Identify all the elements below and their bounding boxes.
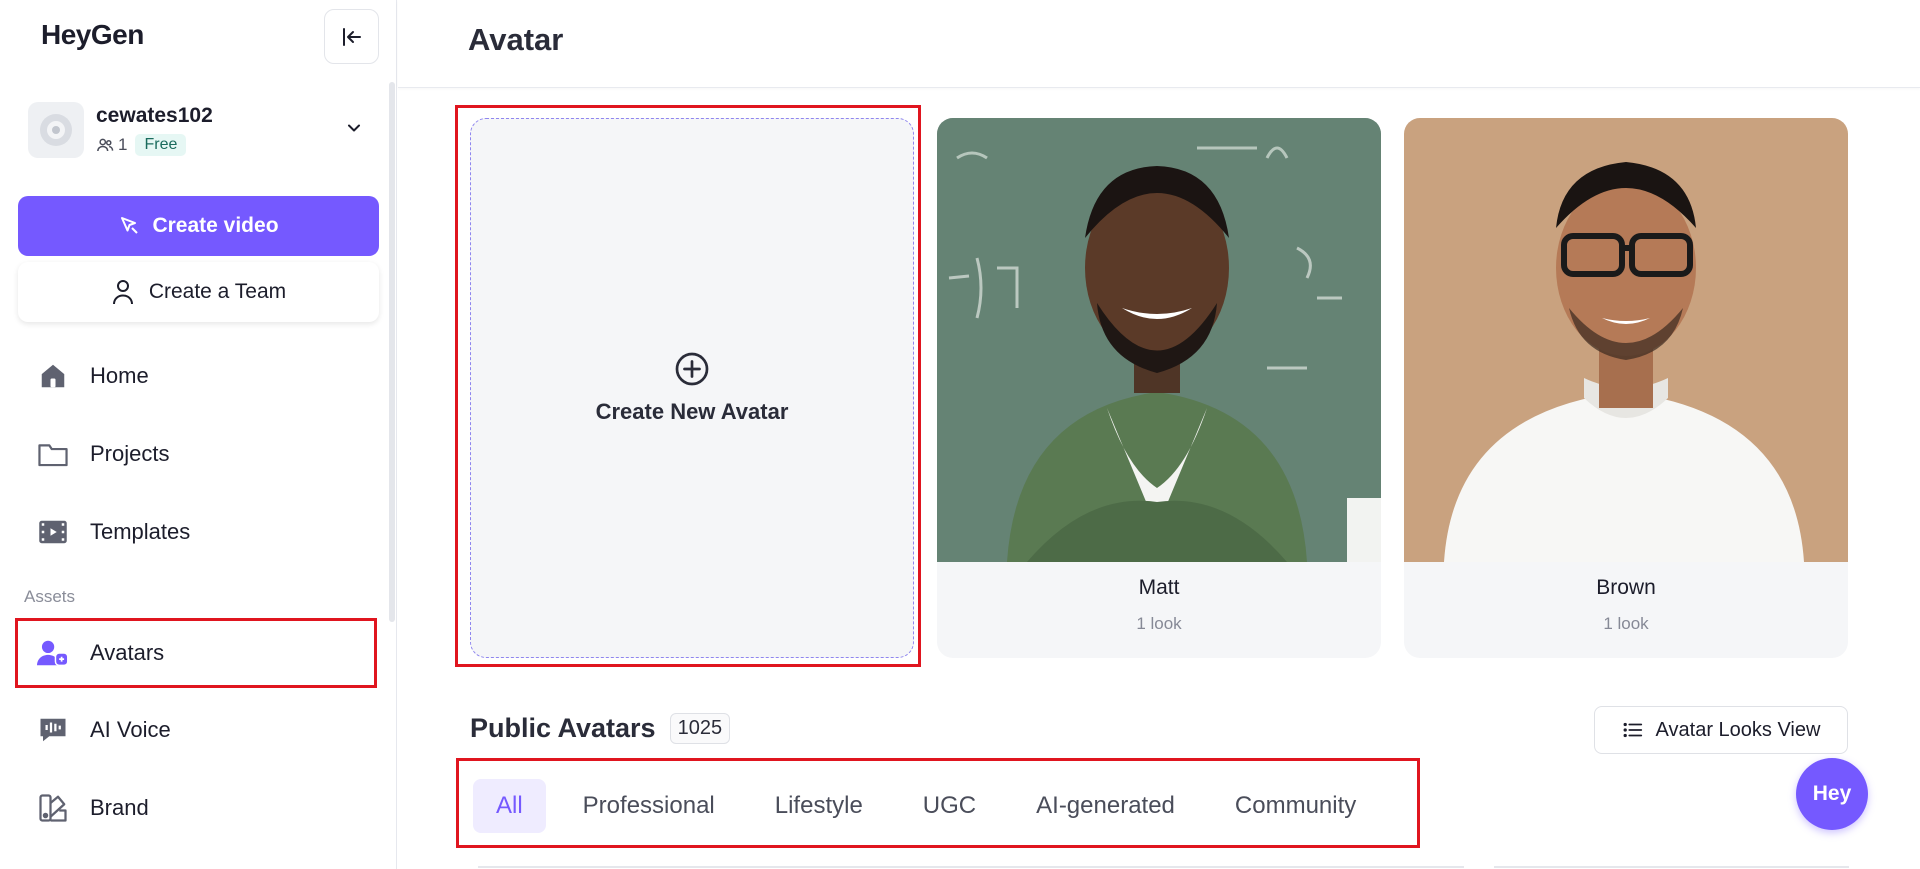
assets-section-label: Assets (24, 587, 76, 606)
cursor-click-icon (121, 217, 139, 234)
public-avatars-count: 1025 (669, 713, 731, 744)
avatar-looks-view-label: Avatar Looks View (1655, 718, 1821, 741)
create-team-label: Create a Team (148, 280, 287, 303)
category-tabs-highlight: All Professional Lifestyle UGC AI-genera… (456, 758, 1420, 848)
brand-icon (36, 791, 70, 825)
sidebar-item-label: Projects (90, 441, 170, 466)
hey-assistant-button[interactable]: Hey (1796, 758, 1868, 830)
sidebar-item-ai-voice[interactable]: AI Voice (18, 698, 376, 762)
sidebar-item-avatars[interactable]: Avatars (15, 618, 377, 688)
sidebar-item-templates[interactable]: Templates (18, 500, 376, 564)
tab-community[interactable]: Community (1212, 779, 1379, 833)
tab-ugc[interactable]: UGC (900, 779, 999, 833)
member-count: 1 (118, 135, 128, 154)
chevron-down-icon[interactable] (340, 114, 368, 142)
public-avatars-heading: Public Avatars 1025 (470, 713, 731, 744)
avatar-photo (937, 118, 1381, 562)
members-icon (97, 138, 114, 152)
main-header: Avatar (398, 0, 1920, 88)
account-name: cewates102 (96, 104, 213, 127)
create-video-label: Create video (152, 214, 279, 237)
sidebar-item-label: Home (90, 363, 149, 388)
avatar-looks-count: 1 look (1136, 614, 1182, 633)
app-window: HeyGen cewates102 1 Free Create video Cr… (0, 0, 1920, 869)
avatar-looks-count: 1 look (1603, 614, 1649, 633)
sidebar-item-brand[interactable]: Brand (18, 776, 376, 840)
sidebar-item-label: Avatars (90, 640, 165, 665)
avatar-looks-view-button[interactable]: Avatar Looks View (1594, 706, 1848, 754)
collapse-sidebar-button[interactable] (324, 9, 379, 64)
create-video-button[interactable]: Create video (18, 196, 379, 256)
hey-assistant-label: Hey (1812, 782, 1852, 805)
category-tabs: All Professional Lifestyle UGC AI-genera… (473, 779, 1393, 833)
user-icon (112, 280, 133, 305)
sidebar-item-label: Brand (90, 795, 149, 820)
account-avatar (28, 102, 84, 158)
list-divider (1494, 866, 1849, 868)
tab-all[interactable]: All (473, 779, 546, 833)
sidebar-item-home[interactable]: Home (18, 344, 376, 408)
avatar-name: Brown (1596, 576, 1656, 599)
avatar-card-matt[interactable]: Matt 1 look (937, 118, 1381, 658)
avatar-icon (36, 636, 70, 670)
sidebar-scrollbar[interactable] (389, 82, 395, 622)
voice-icon (36, 713, 70, 747)
plan-badge: Free (135, 134, 187, 156)
account-switcher[interactable]: cewates102 1 Free (28, 100, 368, 160)
film-icon (36, 515, 70, 549)
page-title: Avatar (468, 22, 564, 57)
create-new-avatar-card[interactable]: Create New Avatar (470, 118, 914, 658)
sidebar-item-label: Templates (90, 519, 191, 544)
collapse-left-icon (342, 27, 361, 46)
sidebar-item-label: AI Voice (90, 717, 171, 742)
sidebar-item-projects[interactable]: Projects (18, 422, 376, 486)
folder-icon (36, 437, 70, 471)
avatar-photo (1404, 118, 1848, 562)
list-divider (478, 866, 1464, 868)
create-team-button[interactable]: Create a Team (18, 262, 379, 322)
public-avatars-title: Public Avatars (470, 713, 656, 743)
heygen-logo[interactable]: HeyGen (41, 18, 144, 52)
avatar-name: Matt (1138, 576, 1180, 599)
tab-ai-generated[interactable]: AI-generated (1013, 779, 1198, 833)
list-icon (1623, 722, 1642, 738)
plus-circle-icon (675, 352, 709, 386)
tab-lifestyle[interactable]: Lifestyle (752, 779, 886, 833)
tab-professional[interactable]: Professional (560, 779, 738, 833)
avatar-card-brown[interactable]: Brown 1 look (1404, 118, 1848, 658)
create-new-avatar-label: Create New Avatar (595, 399, 789, 424)
sidebar: HeyGen cewates102 1 Free Create video Cr… (0, 0, 397, 869)
logo-text: HeyGen (41, 19, 144, 50)
home-icon (36, 359, 70, 393)
